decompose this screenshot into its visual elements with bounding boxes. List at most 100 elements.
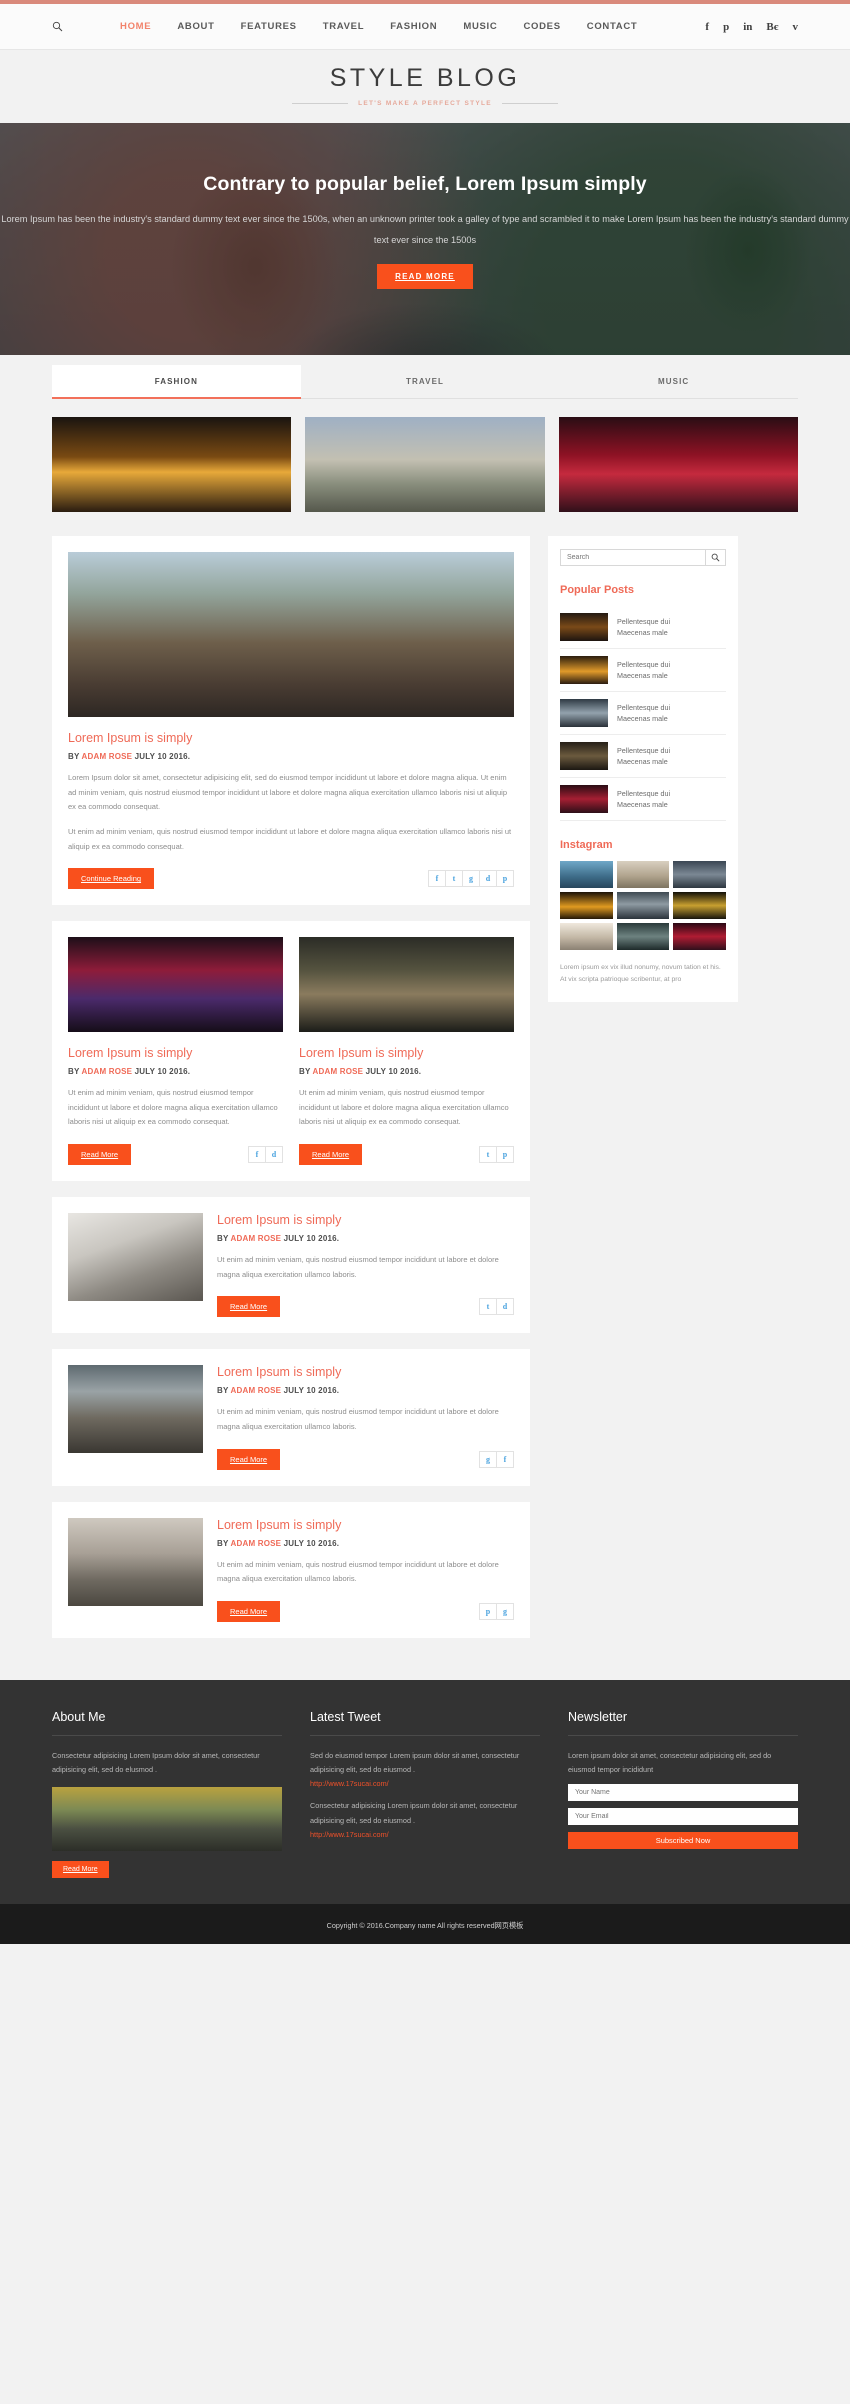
footer-read-more-button[interactable]: Read More bbox=[52, 1861, 109, 1879]
linkedin-icon[interactable]: in bbox=[743, 21, 752, 33]
nav-item-travel[interactable]: TRAVEL bbox=[323, 21, 365, 32]
nav-item-home[interactable]: HOME bbox=[120, 21, 151, 32]
featured-post-image[interactable] bbox=[68, 552, 514, 717]
read-more-button[interactable]: Read More bbox=[299, 1144, 363, 1165]
gallery-concert-crowd[interactable] bbox=[52, 417, 292, 512]
dribbble-icon[interactable]: d bbox=[479, 870, 497, 888]
pinterest-icon[interactable]: р bbox=[723, 21, 729, 33]
post-title[interactable]: Lorem Ipsum is simply bbox=[217, 1213, 514, 1227]
nav-item-fashion[interactable]: FASHION bbox=[390, 21, 437, 32]
sidebar-card: Popular Posts Pellentesque dui Maecenas m… bbox=[548, 536, 738, 1003]
meta-author[interactable]: ADAM ROSE bbox=[231, 1234, 282, 1243]
tab-fashion[interactable]: FASHION bbox=[52, 365, 301, 399]
meta-date: JULY 10 2016. bbox=[134, 752, 191, 761]
gallery-stage-performance[interactable] bbox=[558, 417, 798, 512]
search-input[interactable] bbox=[561, 550, 705, 565]
pinterest-icon[interactable]: p bbox=[479, 1602, 497, 1620]
footer-tweet-link-2[interactable]: http://www.17sucai.com/ bbox=[310, 1828, 540, 1842]
post-footer: Read More p g bbox=[217, 1600, 514, 1622]
newsletter-name-input[interactable] bbox=[568, 1784, 798, 1802]
read-more-button[interactable]: Read More bbox=[217, 1448, 281, 1470]
popular-post-line1: Pellentesque dui bbox=[617, 745, 671, 755]
post-meta: BY ADAM ROSE JULY 10 2016. bbox=[299, 1067, 514, 1076]
popular-post-line1: Pellentesque dui bbox=[617, 702, 671, 712]
read-more-button[interactable]: Read More bbox=[217, 1296, 281, 1318]
site-tagline: LET'S MAKE A PERFECT STYLE bbox=[358, 100, 492, 107]
popular-post-item[interactable]: Pellentesque dui Maecenas male bbox=[560, 735, 726, 778]
instagram-thumb[interactable] bbox=[616, 861, 670, 888]
post-image[interactable] bbox=[68, 1517, 203, 1606]
footer-tweet-text-1: Sed do eiusmod tempor Lorem ipsum dolor … bbox=[310, 1750, 520, 1774]
post-image[interactable] bbox=[68, 1213, 203, 1301]
meta-date: JULY 10 2016. bbox=[134, 1067, 191, 1077]
popular-post-item[interactable]: Pellentesque dui Maecenas male bbox=[560, 649, 726, 692]
post-image[interactable] bbox=[68, 937, 283, 1033]
facebook-icon[interactable]: f bbox=[428, 870, 446, 888]
vimeo-icon[interactable]: v bbox=[793, 21, 799, 33]
post-title[interactable]: Lorem Ipsum is simply bbox=[299, 1046, 514, 1060]
pinterest-icon[interactable]: p bbox=[496, 870, 514, 888]
category-tabs-section: FASHION TRAVEL MUSIC bbox=[0, 355, 850, 399]
nav-item-codes[interactable]: CODES bbox=[523, 21, 560, 32]
dribbble-icon[interactable]: d bbox=[265, 1146, 283, 1163]
instagram-thumb[interactable] bbox=[673, 861, 726, 888]
twitter-icon[interactable]: t bbox=[479, 1146, 497, 1163]
meta-author[interactable]: ADAM ROSE bbox=[313, 1067, 364, 1076]
footer-tweet-link-1[interactable]: http://www.17sucai.com/ bbox=[310, 1777, 540, 1791]
read-more-button[interactable]: Read More bbox=[68, 1144, 132, 1165]
footer-about-column: About Me Consectetur adipisicing Lorem I… bbox=[52, 1710, 282, 1879]
behance-icon[interactable]: Bє bbox=[766, 21, 778, 33]
tab-travel[interactable]: TRAVEL bbox=[301, 365, 550, 398]
meta-author[interactable]: ADAM ROSE bbox=[82, 752, 133, 761]
instagram-thumb[interactable] bbox=[673, 923, 726, 950]
instagram-thumb[interactable] bbox=[560, 892, 613, 919]
hero-heading: Contrary to popular belief, Lorem Ipsum … bbox=[203, 173, 647, 195]
facebook-icon[interactable]: f bbox=[705, 21, 709, 33]
post-title[interactable]: Lorem Ipsum is simply bbox=[217, 1518, 514, 1532]
instagram-thumb[interactable] bbox=[616, 892, 670, 919]
meta-author[interactable]: ADAM ROSE bbox=[82, 1067, 133, 1076]
meta-author[interactable]: ADAM ROSE bbox=[231, 1539, 282, 1548]
hero-read-more-button[interactable]: READ MORE bbox=[377, 264, 473, 290]
facebook-icon[interactable]: f bbox=[248, 1146, 266, 1163]
featured-post-meta: BY ADAM ROSE JULY 10 2016. bbox=[68, 752, 514, 761]
nav-item-features[interactable]: FEATURES bbox=[241, 21, 297, 32]
popular-post-item[interactable]: Pellentesque dui Maecenas male bbox=[560, 778, 726, 821]
list-post-card: Lorem Ipsum is simply BY ADAM ROSE JULY … bbox=[52, 1197, 530, 1334]
site-title[interactable]: STYLE BLOG bbox=[0, 64, 850, 93]
post-share: t d bbox=[479, 1298, 514, 1316]
nav-item-about[interactable]: ABOUT bbox=[177, 21, 214, 32]
popular-post-item[interactable]: Pellentesque dui Maecenas male bbox=[560, 692, 726, 735]
newsletter-email-input[interactable] bbox=[568, 1808, 798, 1826]
instagram-thumb[interactable] bbox=[616, 923, 670, 950]
pinterest-icon[interactable]: p bbox=[496, 1146, 514, 1163]
twitter-icon[interactable]: t bbox=[479, 1298, 497, 1316]
featured-post-footer: Continue Reading f t g d p bbox=[68, 868, 514, 890]
read-more-button[interactable]: Read More bbox=[217, 1600, 281, 1622]
post-image[interactable] bbox=[68, 1365, 203, 1454]
footer-about-image bbox=[52, 1787, 282, 1852]
nav-item-music[interactable]: MUSIC bbox=[463, 21, 497, 32]
post-image[interactable] bbox=[299, 937, 514, 1033]
instagram-thumb[interactable] bbox=[560, 923, 613, 950]
search-submit-icon[interactable] bbox=[705, 550, 725, 565]
post-title[interactable]: Lorem Ipsum is simply bbox=[68, 1046, 283, 1060]
google-plus-icon[interactable]: g bbox=[496, 1602, 514, 1620]
google-plus-icon[interactable]: g bbox=[462, 870, 480, 888]
twitter-icon[interactable]: t bbox=[445, 870, 463, 888]
popular-post-item[interactable]: Pellentesque dui Maecenas male bbox=[560, 606, 726, 649]
featured-post-title[interactable]: Lorem Ipsum is simply bbox=[68, 731, 514, 745]
instagram-thumb[interactable] bbox=[560, 861, 613, 888]
dribbble-icon[interactable]: d bbox=[496, 1298, 514, 1316]
continue-reading-button[interactable]: Continue Reading bbox=[68, 868, 155, 890]
google-plus-icon[interactable]: g bbox=[479, 1450, 497, 1468]
facebook-icon[interactable]: f bbox=[496, 1450, 514, 1468]
gallery-street-guitarist[interactable] bbox=[305, 417, 545, 512]
tab-music[interactable]: MUSIC bbox=[549, 365, 798, 398]
nav-item-contact[interactable]: CONTACT bbox=[587, 21, 638, 32]
popular-post-thumb bbox=[560, 742, 608, 770]
newsletter-subscribe-button[interactable]: Subscribed Now bbox=[568, 1832, 798, 1850]
post-title[interactable]: Lorem Ipsum is simply bbox=[217, 1365, 514, 1379]
meta-author[interactable]: ADAM ROSE bbox=[231, 1386, 282, 1395]
instagram-thumb[interactable] bbox=[673, 892, 726, 919]
